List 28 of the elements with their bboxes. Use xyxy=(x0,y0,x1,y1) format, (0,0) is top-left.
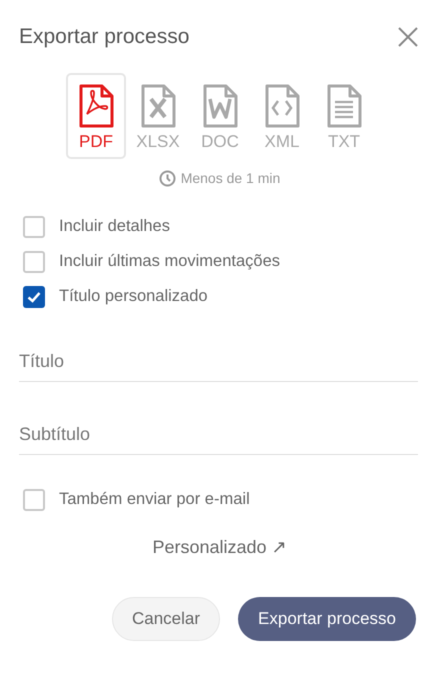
checkbox[interactable] xyxy=(23,216,45,238)
dialog-title: Exportar processo xyxy=(19,24,190,50)
cancel-button[interactable]: Cancelar xyxy=(112,597,220,641)
format-option[interactable]: PDF xyxy=(66,73,126,159)
close-icon xyxy=(397,26,419,48)
checkbox[interactable] xyxy=(23,250,45,272)
custom-link[interactable]: Personalizado ↗ xyxy=(152,534,287,561)
format-option[interactable]: XLSX xyxy=(128,73,188,159)
checkbox[interactable] xyxy=(23,488,45,510)
checkbox[interactable] xyxy=(23,286,45,308)
text-field[interactable]: Título xyxy=(19,342,418,382)
file-icon xyxy=(78,84,114,128)
file-icon xyxy=(140,84,176,128)
time-estimate: Menos de 1 min xyxy=(180,169,280,188)
option-label: Incluir detalhes xyxy=(59,216,170,238)
text-field[interactable]: Subtítulo xyxy=(19,415,418,455)
format-option[interactable]: DOC xyxy=(190,73,250,159)
file-icon xyxy=(326,84,362,128)
option-label: Também enviar por e-mail xyxy=(59,489,250,510)
option-label: Incluir últimas movimentações xyxy=(59,251,280,272)
clock-icon xyxy=(158,170,176,187)
format-option[interactable]: TXT xyxy=(314,73,374,159)
file-icon xyxy=(264,84,300,128)
option-label: Título personalizado xyxy=(59,286,208,308)
format-option[interactable]: XML xyxy=(252,73,312,159)
close-button[interactable] xyxy=(397,26,419,48)
file-icon xyxy=(202,84,238,128)
export-button[interactable]: Exportar processo xyxy=(238,597,416,641)
